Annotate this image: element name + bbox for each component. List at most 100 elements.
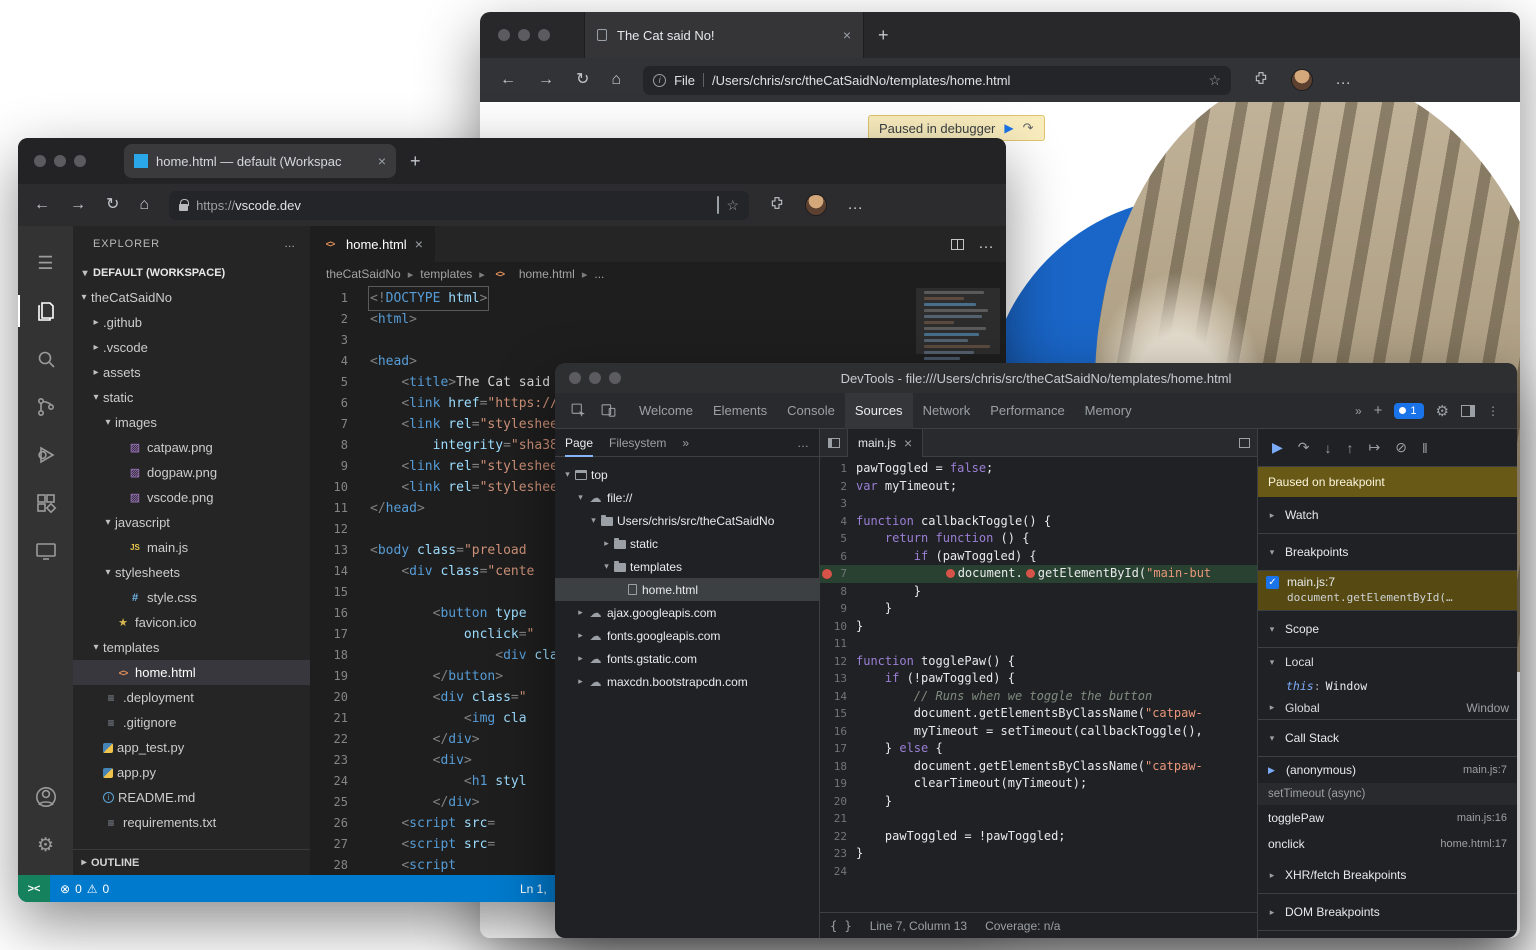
- line-number[interactable]: 26: [310, 813, 348, 834]
- browser-tab[interactable]: home.html — default (Workspac ×: [124, 144, 396, 178]
- tab-page[interactable]: Page: [565, 429, 593, 457]
- source-line[interactable]: 17 } else {: [820, 740, 1257, 758]
- devtools-tab[interactable]: Elements: [703, 393, 777, 429]
- step-over-icon[interactable]: ↷: [1298, 439, 1310, 456]
- dom-breakpoints-section[interactable]: ▸ DOM Breakpoints: [1258, 894, 1517, 931]
- forward-icon[interactable]: →: [538, 72, 554, 88]
- source-tab[interactable]: main.js ×: [848, 428, 924, 457]
- zoom-button[interactable]: [74, 155, 86, 167]
- explorer-more-icon[interactable]: …: [284, 238, 296, 250]
- line-gutter[interactable]: 5: [820, 530, 856, 548]
- navigator-item[interactable]: ajax.googleapis.com: [555, 601, 819, 624]
- explorer-item[interactable]: static: [73, 385, 310, 410]
- explorer-item[interactable]: javascript: [73, 510, 310, 535]
- address-bar[interactable]: i File /Users/chris/src/theCatSaidNo/tem…: [643, 65, 1232, 95]
- browser-tab[interactable]: The Cat said No! ×: [584, 12, 864, 58]
- explorer-item[interactable]: main.js: [73, 535, 310, 560]
- source-line[interactable]: 15 document.getElementsByClassName("catp…: [820, 705, 1257, 723]
- source-line[interactable]: 3: [820, 495, 1257, 513]
- deactivate-breakpoints-icon[interactable]: ⊘: [1395, 439, 1407, 456]
- line-number[interactable]: 16: [310, 603, 348, 624]
- settings-gear-icon[interactable]: ⚙: [1436, 402, 1449, 420]
- source-line[interactable]: 24: [820, 863, 1257, 881]
- devtools-tab[interactable]: Sources: [844, 392, 913, 429]
- remote-indicator[interactable]: ><: [18, 875, 50, 902]
- explorer-icon[interactable]: [18, 287, 73, 335]
- navigator-item[interactable]: home.html: [555, 578, 819, 601]
- breadcrumb-item[interactable]: ...: [594, 267, 604, 281]
- breadcrumb[interactable]: theCatSaidNo ▸ templates ▸ home.html ▸ .…: [310, 262, 1006, 286]
- profile-avatar[interactable]: [805, 194, 828, 216]
- line-gutter[interactable]: 11: [820, 635, 856, 653]
- line-gutter[interactable]: 14: [820, 688, 856, 706]
- site-info-icon[interactable]: i: [653, 73, 667, 87]
- breakpoints-section[interactable]: ▾ Breakpoints: [1258, 534, 1517, 571]
- source-line[interactable]: 19 clearTimeout(myTimeout);: [820, 775, 1257, 793]
- devtools-tab[interactable]: Performance: [980, 393, 1074, 429]
- line-gutter[interactable]: 19: [820, 775, 856, 793]
- source-code[interactable]: 1 pawToggled = false; 2 var myTimeout; 3…: [820, 457, 1257, 912]
- line-number[interactable]: 22: [310, 729, 348, 750]
- line-number[interactable]: 4: [310, 351, 348, 372]
- navigator-item[interactable]: fonts.googleapis.com: [555, 624, 819, 647]
- line-number[interactable]: 5: [310, 372, 348, 393]
- line-number[interactable]: 15: [310, 582, 348, 603]
- source-line[interactable]: 14 // Runs when we toggle the button: [820, 688, 1257, 706]
- editor-more-icon[interactable]: …: [978, 235, 994, 253]
- menu-icon[interactable]: ☰: [18, 239, 73, 287]
- line-gutter[interactable]: 15: [820, 705, 856, 723]
- line-number[interactable]: 25: [310, 792, 348, 813]
- device-toolbar-icon[interactable]: [593, 393, 623, 429]
- explorer-item[interactable]: dogpaw.png: [73, 460, 310, 485]
- extensions-icon[interactable]: [769, 195, 785, 215]
- line-gutter[interactable]: 18: [820, 758, 856, 776]
- line-gutter[interactable]: 13: [820, 670, 856, 688]
- explorer-item[interactable]: app.py: [73, 760, 310, 785]
- extensions-icon[interactable]: [1253, 70, 1269, 90]
- line-number[interactable]: 28: [310, 855, 348, 875]
- line-number[interactable]: 7: [310, 414, 348, 435]
- source-control-icon[interactable]: [18, 383, 73, 431]
- step-into-icon[interactable]: ↓: [1325, 440, 1332, 456]
- add-favorite-icon[interactable]: ☆: [727, 197, 740, 214]
- navigator-item[interactable]: templates: [555, 555, 819, 578]
- close-tab-icon[interactable]: ×: [378, 153, 386, 169]
- navigator-item[interactable]: file://: [555, 486, 819, 509]
- outline-section[interactable]: ▸ OUTLINE: [73, 849, 310, 875]
- account-icon[interactable]: [18, 773, 73, 821]
- split-editor-icon[interactable]: [951, 238, 964, 250]
- call-stack-frame[interactable]: setTimeout (async): [1258, 783, 1517, 805]
- line-gutter[interactable]: 9: [820, 600, 856, 618]
- dock-side-icon[interactable]: [1461, 404, 1475, 417]
- address-bar[interactable]: https://vscode.dev ☆: [169, 190, 750, 220]
- source-line[interactable]: 1 pawToggled = false;: [820, 460, 1257, 478]
- xhr-breakpoints-section[interactable]: ▸ XHR/fetch Breakpoints: [1258, 857, 1517, 894]
- close-button[interactable]: [34, 155, 46, 167]
- call-stack-frame[interactable]: (anonymous) main.js:7: [1258, 757, 1517, 783]
- explorer-item[interactable]: .deployment: [73, 685, 310, 710]
- source-line[interactable]: 9 }: [820, 600, 1257, 618]
- line-number[interactable]: 1: [310, 288, 348, 309]
- source-line[interactable]: 8 }: [820, 583, 1257, 601]
- explorer-item[interactable]: favicon.ico: [73, 610, 310, 635]
- source-line[interactable]: 13 if (!pawToggled) {: [820, 670, 1257, 688]
- add-favorite-icon[interactable]: ☆: [1209, 72, 1222, 89]
- breakpoint-count-badge[interactable]: 1: [1394, 402, 1424, 419]
- navigator-more-icon[interactable]: …: [797, 436, 809, 450]
- code-line[interactable]: 3: [310, 330, 1006, 351]
- scope-local[interactable]: ▾ Local: [1258, 648, 1517, 676]
- line-number[interactable]: 2: [310, 309, 348, 330]
- line-number[interactable]: 21: [310, 708, 348, 729]
- source-line[interactable]: 16 myTimeout = setTimeout(callbackToggle…: [820, 723, 1257, 741]
- line-gutter[interactable]: 1: [820, 460, 856, 478]
- line-gutter[interactable]: 23: [820, 845, 856, 863]
- resume-icon[interactable]: ▶: [1272, 439, 1283, 456]
- breadcrumb-item[interactable]: templates: [420, 267, 472, 281]
- step-over-icon[interactable]: ↷: [1023, 120, 1034, 136]
- home-icon[interactable]: ⌂: [139, 197, 149, 213]
- code-line[interactable]: 1 <!DOCTYPE html>: [310, 286, 1006, 311]
- explorer-item[interactable]: vscode.png: [73, 485, 310, 510]
- line-gutter[interactable]: 21: [820, 810, 856, 828]
- new-tab-button[interactable]: +: [878, 26, 889, 44]
- add-panel-icon[interactable]: +: [1374, 402, 1383, 419]
